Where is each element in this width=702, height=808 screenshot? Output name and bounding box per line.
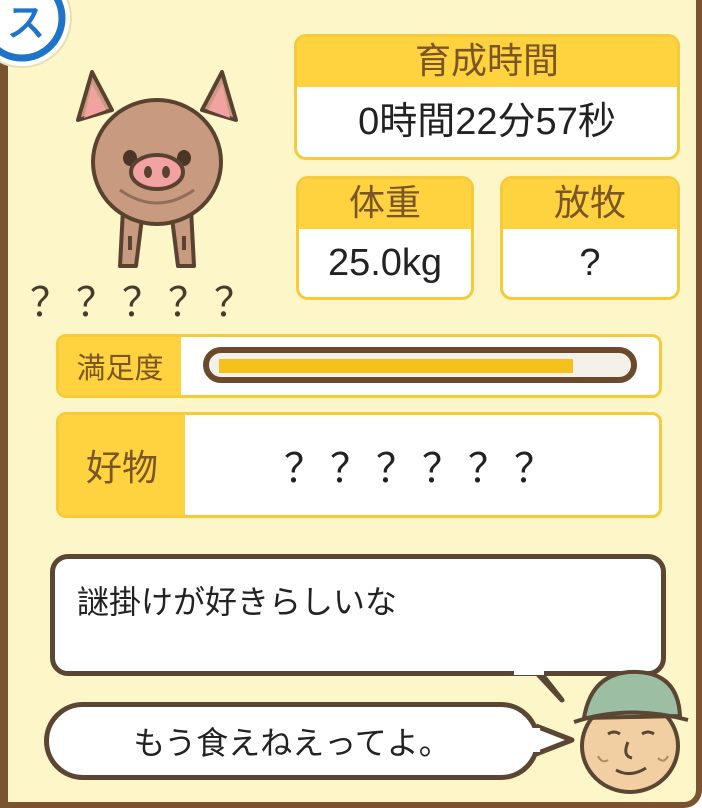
satisfaction-label: 満足度: [59, 337, 181, 395]
satisfaction-meter: [203, 347, 637, 383]
favorite-food-label: 好物: [59, 415, 185, 515]
pig-name: ？？？？？: [30, 280, 260, 326]
weight-card: 体重 25.0kg: [296, 176, 474, 300]
satisfaction-meter-fill: [219, 359, 573, 373]
panel-left-border: [0, 0, 8, 808]
farmer-face-icon: [573, 669, 689, 794]
favorite-food-row: 好物 ？？？？？？: [56, 412, 662, 518]
growth-time-card: 育成時間 0時間22分57秒: [294, 34, 680, 160]
blue-circle-badge-icon: ス: [0, 0, 66, 62]
grazing-card[interactable]: 放牧 ?: [500, 176, 680, 300]
corner-badge[interactable]: ス: [0, 0, 70, 66]
farmer-avatar: [568, 660, 698, 800]
speech-reply-text: もう食えねえってよ。: [133, 724, 451, 762]
speech-bubble-reply: もう食えねえってよ。: [44, 702, 540, 780]
pig-icon: [76, 70, 238, 268]
corner-badge-glyph: ス: [7, 1, 45, 45]
weight-label: 体重: [299, 179, 471, 229]
satisfaction-row: 満足度: [56, 334, 662, 398]
pig-portrait: [62, 70, 252, 280]
grazing-label: 放牧: [503, 179, 677, 229]
growth-time-value: 0時間22分57秒: [358, 101, 616, 143]
grazing-value: ?: [579, 242, 601, 284]
growth-time-label: 育成時間: [297, 37, 677, 87]
speech-bubble-main: 謎掛けが好きらしいな: [50, 554, 666, 676]
weight-value: 25.0kg: [327, 242, 443, 284]
favorite-food-value: ？？？？？？: [284, 446, 560, 492]
speech-main-text: 謎掛けが好きらしいな: [77, 583, 398, 621]
